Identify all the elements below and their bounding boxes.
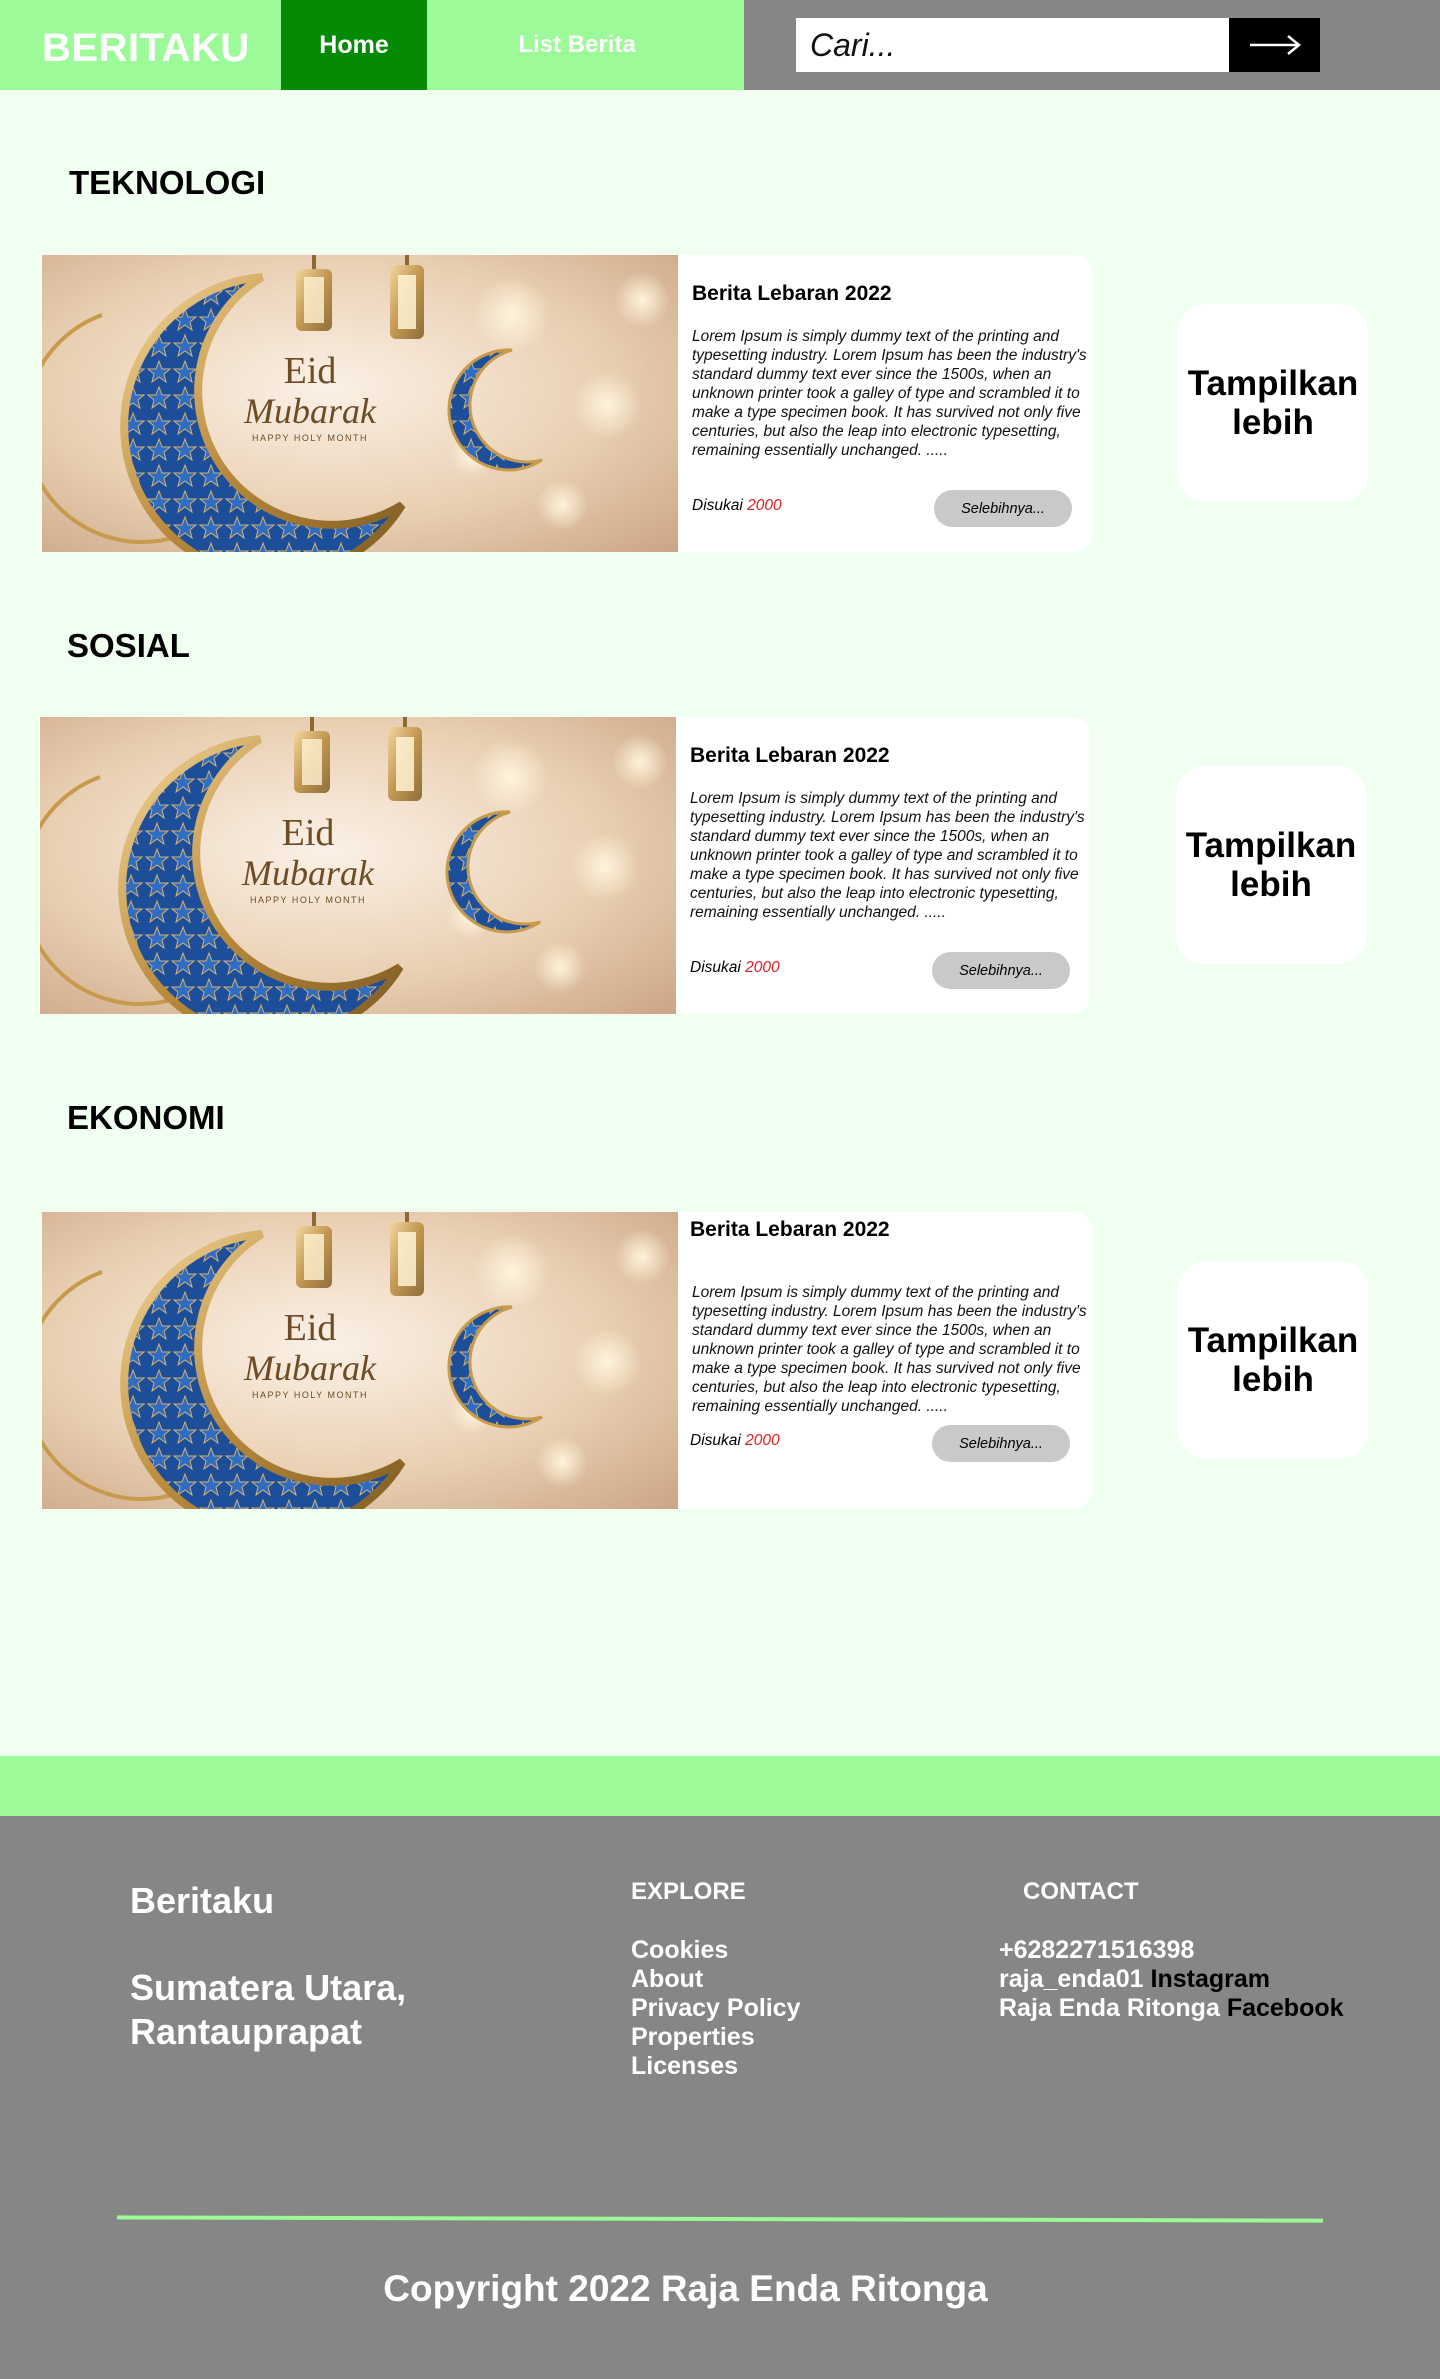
like-count: 2000	[745, 959, 780, 976]
contact-list: +6282271516398 raja_enda01 Instagram Raj…	[999, 1936, 1344, 2023]
contact-heading: CONTACT	[1023, 1878, 1139, 1905]
eid-text-line2: Mubarak	[243, 391, 377, 431]
eid-text-line1: Eid	[282, 812, 335, 854]
read-more-button[interactable]: Selebihnya...	[932, 952, 1070, 989]
like-info: Disukai 2000	[692, 497, 782, 515]
eid-text-line3: HAPPY HOLY MONTH	[250, 895, 366, 905]
footer-link-properties[interactable]: Properties	[631, 2023, 801, 2052]
brand-logo[interactable]: BERITAKU	[42, 26, 250, 71]
eid-text-line1: Eid	[284, 1307, 337, 1349]
copyright-text: Copyright 2022 Raja Enda Ritonga	[383, 2268, 988, 2309]
like-count: 2000	[747, 497, 782, 514]
news-image[interactable]: Eid Mubarak HAPPY HOLY MONTH	[40, 717, 676, 1014]
contact-facebook-row: Raja Enda Ritonga Facebook	[999, 1994, 1344, 2023]
news-body: Berita Lebaran 2022 Lorem Ipsum is simpl…	[676, 717, 1090, 1014]
section-title-teknologi: TEKNOLOGI	[69, 164, 266, 201]
section-title-ekonomi: EKONOMI	[67, 1099, 225, 1136]
like-label: Disukai	[690, 1432, 741, 1449]
like-count: 2000	[745, 1432, 780, 1449]
news-title[interactable]: Berita Lebaran 2022	[690, 744, 890, 768]
news-title[interactable]: Berita Lebaran 2022	[692, 282, 892, 306]
show-more-ekonomi-button[interactable]: Tampilkan lebih	[1178, 1261, 1368, 1459]
show-more-sosial-button[interactable]: Tampilkan lebih	[1176, 766, 1366, 964]
instagram-handle[interactable]: raja_enda01	[999, 1965, 1144, 1993]
eid-text-line1: Eid	[284, 350, 337, 392]
read-more-button[interactable]: Selebihnya...	[932, 1425, 1070, 1462]
footer-link-licenses[interactable]: Licenses	[631, 2052, 801, 2081]
footer-link-cookies[interactable]: Cookies	[631, 1936, 801, 1965]
explore-links: Cookies About Privacy Policy Properties …	[631, 1936, 801, 2081]
show-more-teknologi-button[interactable]: Tampilkan lebih	[1178, 304, 1368, 502]
search-button[interactable]	[1229, 18, 1320, 72]
like-info: Disukai 2000	[690, 959, 780, 977]
read-more-button[interactable]: Selebihnya...	[934, 490, 1072, 527]
footer-address: Sumatera Utara, Rantauprapat	[130, 1967, 407, 2052]
facebook-handle[interactable]: Raja Enda Ritonga	[999, 1994, 1220, 2022]
footer-divider	[116, 2215, 1324, 2223]
facebook-link[interactable]: Facebook	[1227, 1994, 1344, 2022]
like-info: Disukai 2000	[690, 1432, 780, 1450]
eid-text-line3: HAPPY HOLY MONTH	[252, 1390, 368, 1400]
contact-phone[interactable]: +6282271516398	[999, 1936, 1344, 1965]
eid-text-line3: HAPPY HOLY MONTH	[252, 433, 368, 443]
news-excerpt: Lorem Ipsum is simply dummy text of the …	[690, 790, 1085, 921]
search-input[interactable]	[796, 18, 1229, 72]
nav-list-berita-link[interactable]: List Berita	[427, 0, 727, 90]
navbar: BERITAKU Home List Berita	[0, 0, 1440, 90]
footer-brand: Beritaku	[130, 1880, 275, 1921]
section-title-sosial: SOSIAL	[67, 627, 190, 664]
footer: Beritaku Sumatera Utara, Rantauprapat EX…	[0, 1816, 1440, 2379]
news-body: Berita Lebaran 2022 Lorem Ipsum is simpl…	[678, 1212, 1092, 1509]
news-excerpt: Lorem Ipsum is simply dummy text of the …	[692, 328, 1087, 459]
like-label: Disukai	[692, 497, 743, 514]
arrow-right-icon	[1249, 35, 1301, 55]
explore-heading: EXPLORE	[631, 1878, 746, 1905]
news-image[interactable]: Eid Mubarak HAPPY HOLY MONTH	[42, 255, 678, 552]
news-image[interactable]: Eid Mubarak HAPPY HOLY MONTH	[42, 1212, 678, 1509]
eid-text-line2: Mubarak	[243, 1348, 377, 1388]
news-body: Berita Lebaran 2022 Lorem Ipsum is simpl…	[678, 255, 1092, 552]
contact-instagram-row: raja_enda01 Instagram	[999, 1965, 1344, 1994]
instagram-link[interactable]: Instagram	[1151, 1965, 1270, 1993]
news-title[interactable]: Berita Lebaran 2022	[690, 1218, 890, 1242]
footer-top-band	[0, 1756, 1440, 1816]
footer-link-about[interactable]: About	[631, 1965, 801, 1994]
like-label: Disukai	[690, 959, 741, 976]
eid-text-line2: Mubarak	[241, 853, 375, 893]
footer-link-privacy-policy[interactable]: Privacy Policy	[631, 1994, 801, 2023]
news-excerpt: Lorem Ipsum is simply dummy text of the …	[692, 1284, 1087, 1415]
nav-home-link[interactable]: Home	[281, 0, 427, 90]
